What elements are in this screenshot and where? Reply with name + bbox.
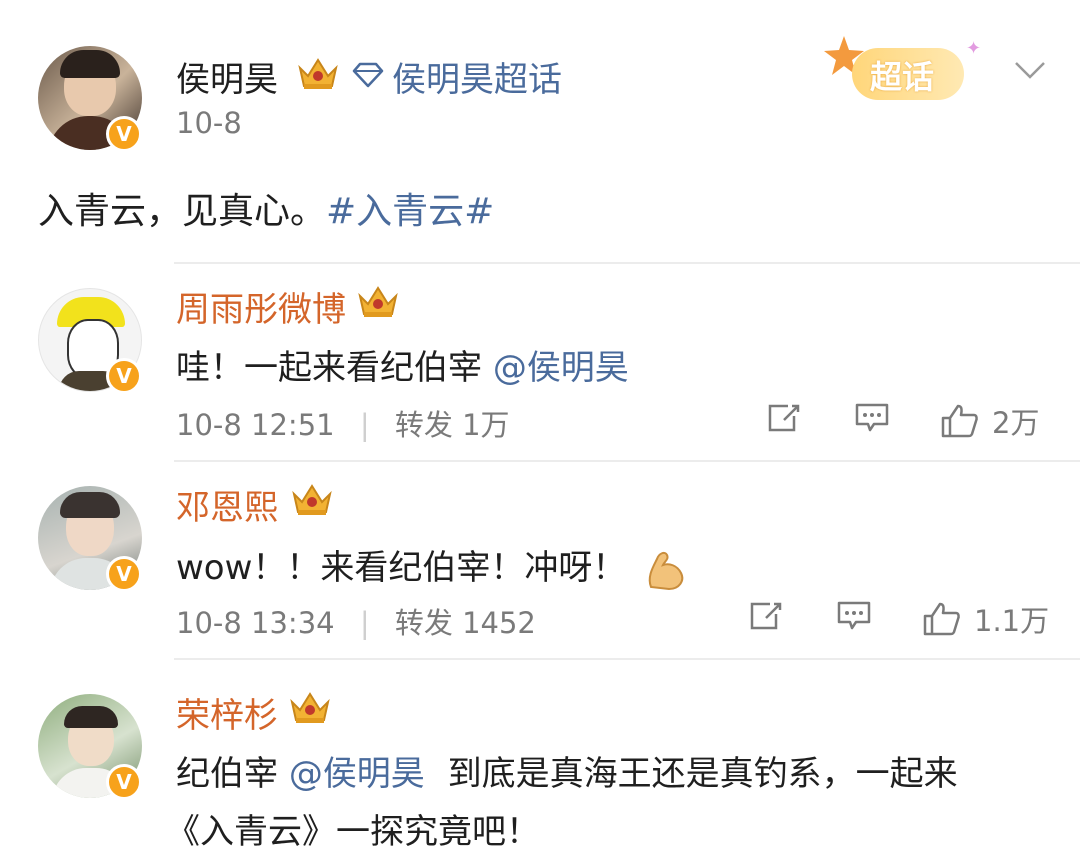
crown-icon — [298, 58, 338, 89]
verified-icon: V — [106, 764, 142, 800]
mention-link[interactable]: @侯明昊 — [289, 754, 425, 794]
comment-text-plain: 纪伯宰 — [176, 754, 289, 794]
flexed-biceps-icon — [648, 551, 684, 590]
chevron-down-icon[interactable] — [1012, 58, 1048, 82]
sparkle-icon: ✦ — [966, 38, 982, 59]
post-date: 10-8 — [176, 106, 242, 140]
supertopic-badge-label: 超话 — [870, 58, 935, 96]
divider — [174, 262, 1080, 264]
comment-button[interactable] — [836, 600, 872, 632]
verified-icon: V — [106, 556, 142, 592]
share-button[interactable] — [766, 402, 802, 434]
share-icon — [750, 602, 782, 630]
supertopic-badge[interactable]: 超话 ✦ — [822, 34, 982, 106]
comment-button[interactable] — [854, 402, 890, 434]
repost-label: 转发 — [394, 606, 453, 640]
comment-text-suffix: 到底是真海王还是真钓系，一起来 — [447, 754, 958, 794]
commenter-name[interactable]: 荣梓杉 — [176, 688, 278, 737]
comment-icon — [855, 403, 889, 432]
post-text-plain: 入青云，见真心。 — [38, 191, 327, 232]
like-count: 1.1万 — [974, 604, 1050, 638]
post-text: 入青云，见真心。#入青云# — [38, 182, 494, 234]
supertopic-link[interactable]: 侯明昊超话 — [392, 52, 562, 101]
commenter-name[interactable]: 周雨彤微博 — [176, 282, 346, 331]
comment-text-plain: wow！！来看纪伯宰！冲呀！ — [176, 548, 627, 588]
mention-link[interactable]: @侯明昊 — [493, 348, 629, 388]
like-button[interactable]: 1.1万 — [922, 598, 1049, 640]
share-icon — [768, 404, 800, 432]
like-icon — [923, 602, 960, 636]
comment-meta: 10-8 13:34 | 转发 1452 — [176, 600, 536, 642]
comment-meta: 10-8 12:51 | 转发 1万 — [176, 402, 510, 444]
divider — [174, 658, 1080, 660]
share-button[interactable] — [748, 600, 784, 632]
verified-icon: V — [106, 358, 142, 394]
meta-separator: | — [359, 606, 370, 640]
diamond-icon — [352, 62, 384, 88]
crown-icon — [292, 484, 332, 515]
divider — [174, 460, 1080, 462]
comment-icon — [837, 601, 871, 630]
meta-separator: | — [359, 408, 370, 442]
repost-count: 1452 — [462, 606, 536, 640]
crown-icon — [290, 692, 330, 723]
repost-count: 1万 — [462, 408, 510, 442]
repost-label: 转发 — [394, 408, 453, 442]
comment-text-line2: 《入青云》一探究竟吧！ — [166, 812, 540, 852]
comment-time: 10-8 13:34 — [176, 606, 335, 640]
comment-text: wow！！来看纪伯宰！冲呀！ — [176, 540, 689, 593]
like-count: 2万 — [992, 406, 1040, 440]
comment-text: 纪伯宰 @侯明昊 到底是真海王还是真钓系，一起来 — [176, 746, 958, 795]
comment-text: 哇！一起来看纪伯宰 @侯明昊 — [176, 340, 629, 389]
author-name[interactable]: 侯明昊 — [176, 52, 278, 101]
comment-time: 10-8 12:51 — [176, 408, 335, 442]
crown-icon — [358, 286, 398, 317]
like-button[interactable]: 2万 — [940, 400, 1039, 442]
commenter-name[interactable]: 邓恩熙 — [176, 480, 278, 529]
comment-text-plain: 哇！一起来看纪伯宰 — [176, 348, 493, 388]
like-icon — [941, 404, 978, 438]
hashtag-link[interactable]: #入青云# — [326, 191, 494, 232]
verified-icon: V — [106, 116, 142, 152]
